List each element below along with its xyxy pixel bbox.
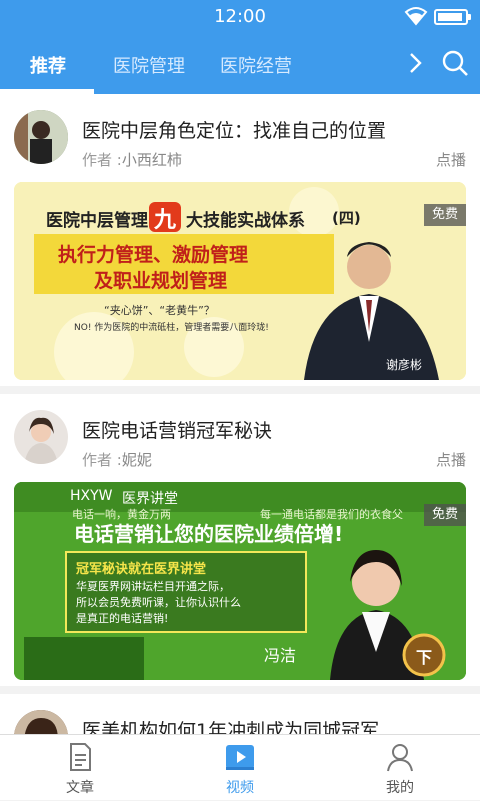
banner-signature: 冯洁	[264, 646, 297, 665]
chevron-right-icon[interactable]	[402, 50, 428, 76]
item-banner[interactable]: 医院中层管理 九 大技能实战体系 (四) 执行力管理、激励管理 及职业规划管理 …	[14, 182, 466, 380]
item-title[interactable]: 医美机构如何1年冲刺成为同城冠军	[82, 716, 379, 734]
video-icon	[226, 745, 254, 770]
author-prefix: 作者 :	[82, 151, 122, 169]
nav-profile[interactable]: 我的	[320, 735, 480, 801]
tab-recommend[interactable]: 推荐	[30, 52, 66, 78]
status-bar: 12:00	[0, 0, 480, 34]
item-author: 作者 :小西红柿	[82, 149, 182, 170]
banner-note-2: NO! 作为医院的中流砥柱，管理者需要八面玲珑!	[74, 323, 269, 333]
item-title[interactable]: 医院中层角色定位：找准自己的位置	[82, 116, 386, 143]
bottom-navigation: 文章 视频 我的	[0, 734, 480, 800]
battery-icon	[434, 9, 471, 25]
banner-brand: HXYW	[70, 488, 113, 504]
nav-profile-label: 我的	[386, 780, 414, 796]
banner-box-line-2: 所以会员免费听课，让你认识什么	[76, 596, 241, 609]
free-badge: 免费	[424, 504, 466, 526]
nav-video[interactable]: 视频	[160, 735, 320, 801]
item-banner[interactable]: HXYW 医界讲堂 电话一响，黄金万两 每一通电话都是我们的衣食父 电话营销让您…	[14, 482, 466, 680]
tab-hospital-management[interactable]: 医院管理	[113, 52, 185, 78]
banner-headline: 电话营销让您的医院业绩倍增!	[74, 522, 344, 546]
wifi-icon	[404, 7, 428, 26]
list-item[interactable]: 医院电话营销冠军秘诀 作者 :妮妮 点播 HXYW 医界讲堂 电话一响，黄金万两…	[0, 394, 480, 686]
author-name: 小西红柿	[121, 151, 182, 169]
content-feed[interactable]: 医院中层角色定位：找准自己的位置 作者 :小西红柿 点播 医院中层管理 九 大技…	[0, 94, 480, 734]
banner-box-line-3: 是真正的电话营销!	[76, 612, 169, 625]
item-title[interactable]: 医院电话营销冠军秘诀	[82, 416, 272, 443]
article-icon	[70, 743, 91, 771]
list-item[interactable]: 医院中层角色定位：找准自己的位置 作者 :小西红柿 点播 医院中层管理 九 大技…	[0, 94, 480, 386]
search-icon[interactable]	[440, 48, 470, 78]
banner-subtitle-2: 及职业规划管理	[94, 270, 228, 292]
tab-hospital-operation[interactable]: 医院经营	[220, 52, 292, 78]
profile-icon	[387, 744, 413, 772]
banner-box-line-1: 华夏医界网讲坛栏目开通之际，	[76, 580, 230, 593]
item-author: 作者 :妮妮	[82, 449, 152, 470]
author-name: 妮妮	[121, 451, 152, 469]
author-prefix: 作者 :	[82, 451, 122, 469]
free-badge: 免费	[424, 204, 466, 226]
nav-article-label: 文章	[66, 780, 94, 796]
avatar	[14, 110, 68, 164]
avatar	[14, 410, 68, 464]
banner-box-title: 冠军秘诀就在医界讲堂	[76, 562, 207, 577]
banner-note-1: “夹心饼”、“老黄牛”？	[104, 304, 215, 317]
nav-article[interactable]: 文章	[0, 735, 160, 801]
banner-highlight: 九	[154, 208, 177, 233]
banner-signature: 谢彦彬	[386, 358, 423, 372]
list-item[interactable]: 医美机构如何1年冲刺成为同城冠军	[0, 694, 480, 734]
banner-headline: 医院中层管理	[46, 211, 148, 231]
banner-subtitle-1: 执行力管理、激励管理	[58, 244, 249, 266]
top-tab-bar: 推荐 医院管理 医院经营	[0, 34, 480, 94]
item-type-tag: 点播	[435, 451, 466, 469]
banner-brand-sub: 医界讲堂	[122, 491, 178, 507]
banner-headline-2: 大技能实战体系	[186, 211, 305, 231]
banner-part: 下	[416, 648, 433, 667]
banner-part: (四)	[332, 209, 361, 227]
nav-video-label: 视频	[226, 780, 254, 796]
item-type-tag: 点播	[435, 151, 466, 169]
avatar	[14, 710, 68, 734]
